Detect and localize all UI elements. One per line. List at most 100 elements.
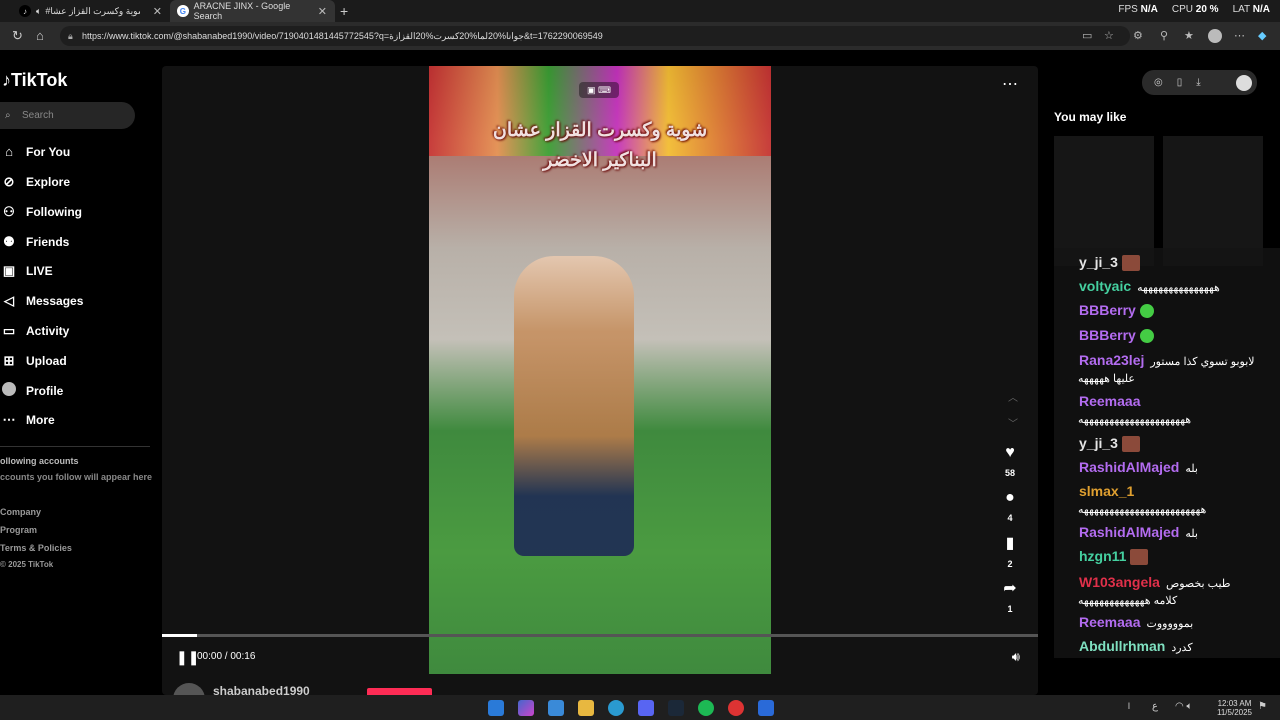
- more-options-icon[interactable]: ⋯: [1002, 74, 1018, 94]
- chat-username[interactable]: Rana23lej: [1079, 352, 1144, 368]
- player-tools: ◎ ▯ ⤓: [1142, 70, 1257, 95]
- copilot-icon[interactable]: ◆: [1258, 29, 1266, 42]
- fps-label: FPS: [1118, 4, 1138, 15]
- mic-icon[interactable]: ⏽: [1125, 701, 1133, 712]
- emote-icon: [1121, 255, 1140, 272]
- chat-username[interactable]: Abdullrhman: [1079, 638, 1165, 654]
- chat-username[interactable]: y_ji_3: [1079, 254, 1118, 270]
- suggested-video[interactable]: [1054, 136, 1154, 266]
- wifi-icon[interactable]: ◠ 🔈︎: [1175, 701, 1193, 712]
- search-input[interactable]: ⌕ Search: [0, 102, 135, 129]
- tab-tiktok[interactable]: ♪ 🔈︎ #جوان شوية وكسرت القزاز عشا ✕: [12, 0, 170, 22]
- nav-arrows[interactable]: ︿ ﹀: [1008, 386, 1018, 438]
- sidebar-item-label: LIVE: [26, 264, 53, 278]
- avatar[interactable]: [1208, 29, 1222, 43]
- chat-username[interactable]: W103angela: [1079, 574, 1160, 590]
- home-icon[interactable]: ⌂: [36, 28, 44, 43]
- new-tab-button[interactable]: +: [340, 3, 348, 19]
- chat-username[interactable]: BBBerry: [1079, 302, 1136, 318]
- comment-button[interactable]: ● 4: [1000, 489, 1020, 523]
- sidebar-item-more[interactable]: ⋯ More: [0, 412, 55, 428]
- video-subject: [514, 256, 634, 556]
- notification-icon[interactable]: ⚑: [1258, 701, 1267, 712]
- chat-username[interactable]: hzgn11: [1079, 548, 1126, 564]
- chat-username[interactable]: y_ji_3: [1079, 435, 1118, 451]
- upload-icon: ⊞: [3, 353, 15, 368]
- volume-icon[interactable]: 🔊︎: [1012, 649, 1020, 665]
- save-button[interactable]: ▮ 2: [1000, 533, 1020, 569]
- suggested-video[interactable]: [1163, 136, 1263, 266]
- reader-icon[interactable]: ▭: [1082, 29, 1092, 42]
- sidebar-item-label: More: [26, 413, 55, 427]
- chat-username[interactable]: RashidAlMajed: [1079, 459, 1179, 475]
- extension-icon[interactable]: ⚙: [1133, 29, 1143, 42]
- store-icon[interactable]: [548, 700, 564, 716]
- copilot-icon[interactable]: [518, 700, 534, 716]
- chat-text: هههههههههههههههه: [1137, 282, 1220, 294]
- following-accounts-title: ollowing accounts: [0, 456, 79, 466]
- video-frame[interactable]: ▣ ⌨ شوية وكسرت القزاز عشان البناكير الاخ…: [429, 66, 771, 674]
- chevron-up-icon[interactable]: ︿: [1008, 386, 1018, 412]
- address-bar: ↻ ⌂ 🔒︎ https://www.tiktok.com/@shabanabe…: [0, 22, 1280, 50]
- chat-message: Abdullrhman كدرد: [1079, 638, 1193, 654]
- sidebar-item-following[interactable]: ⚇ Following: [0, 204, 82, 220]
- google-icon: G: [177, 5, 189, 17]
- chat-username[interactable]: Reemaaa: [1079, 393, 1141, 409]
- tab-google[interactable]: G ARACNE JINX - Google Search ✕: [170, 0, 335, 22]
- sidebar-item-live[interactable]: ▣ LIVE: [0, 263, 53, 279]
- cpu-value: 20 %: [1195, 4, 1219, 15]
- sidebar-item-for-you[interactable]: ⌂ For You: [0, 144, 70, 159]
- sync-icon[interactable]: ⚲: [1160, 29, 1168, 42]
- like-button[interactable]: ♥ 58: [1000, 444, 1020, 478]
- download-icon[interactable]: ⤓: [1196, 77, 1200, 88]
- sidebar-item-profile[interactable]: Profile: [0, 382, 63, 399]
- clock[interactable]: 12:03 AM 11/5/2025: [1217, 699, 1252, 717]
- footer-link-program[interactable]: Program: [0, 525, 37, 535]
- progress-fill: [162, 634, 198, 637]
- close-icon[interactable]: ✕: [153, 5, 162, 18]
- url-text: https://www.tiktok.com/@shabanabed1990/v…: [82, 31, 603, 41]
- url-field[interactable]: 🔒︎ https://www.tiktok.com/@shabanabed199…: [60, 26, 1130, 46]
- chevron-down-icon[interactable]: ﹀: [1008, 412, 1018, 438]
- tiktok-logo[interactable]: ♪TikTok: [2, 70, 67, 91]
- footer-link-terms[interactable]: Terms & Policies: [0, 543, 72, 553]
- discord-icon[interactable]: [638, 700, 654, 716]
- spotify-icon[interactable]: [698, 700, 714, 716]
- speed-icon[interactable]: ◎: [1154, 77, 1163, 88]
- sidebar-item-explore[interactable]: ⊘ Explore: [0, 174, 70, 190]
- video-player[interactable]: ▣ ⌨ شوية وكسرت القزاز عشان البناكير الاخ…: [162, 66, 1038, 695]
- sidebar-item-upload[interactable]: ⊞ Upload: [0, 353, 67, 369]
- menu-icon[interactable]: ⋯: [1234, 29, 1245, 42]
- favorites-icon[interactable]: ★: [1184, 29, 1194, 42]
- chat-username[interactable]: slmax_1: [1079, 483, 1134, 499]
- device-icon[interactable]: ▯: [1177, 77, 1183, 88]
- search-icon: ⌕: [5, 110, 11, 121]
- steam-icon[interactable]: [668, 700, 684, 716]
- favorite-icon[interactable]: ☆: [1104, 29, 1114, 42]
- toggle-switch[interactable]: [1236, 74, 1252, 91]
- share-button[interactable]: ➦ 1: [1000, 578, 1020, 614]
- comment-count: 4: [1007, 513, 1013, 523]
- windows-start-icon[interactable]: [488, 700, 504, 716]
- activity-icon: ▭: [2, 323, 16, 338]
- pip-icon[interactable]: ▣ ⌨: [579, 82, 619, 98]
- app-icon[interactable]: [758, 700, 774, 716]
- sidebar-item-messages[interactable]: ◁ Messages: [0, 293, 83, 309]
- chat-username[interactable]: voltyaic: [1079, 278, 1131, 294]
- folder-icon[interactable]: [578, 700, 594, 716]
- sidebar-item-friends[interactable]: ⚉ Friends: [0, 234, 69, 250]
- sidebar-item-label: Following: [26, 205, 82, 219]
- pause-button[interactable]: ❚❚: [176, 649, 199, 666]
- refresh-icon[interactable]: ↻: [12, 28, 23, 44]
- language-icon[interactable]: ع: [1152, 701, 1158, 712]
- close-icon[interactable]: ✕: [318, 5, 327, 18]
- chrome-icon[interactable]: [728, 700, 744, 716]
- footer-link-company[interactable]: Company: [0, 507, 41, 517]
- edge-icon[interactable]: [608, 700, 624, 716]
- chat-username[interactable]: BBBerry: [1079, 327, 1136, 343]
- copyright: © 2025 TikTok: [0, 560, 54, 569]
- chat-username[interactable]: Reemaaa: [1079, 614, 1141, 630]
- chat-username[interactable]: RashidAlMajed: [1079, 524, 1179, 540]
- progress-bar[interactable]: [162, 634, 1038, 637]
- sidebar-item-activity[interactable]: ▭ Activity: [0, 323, 70, 339]
